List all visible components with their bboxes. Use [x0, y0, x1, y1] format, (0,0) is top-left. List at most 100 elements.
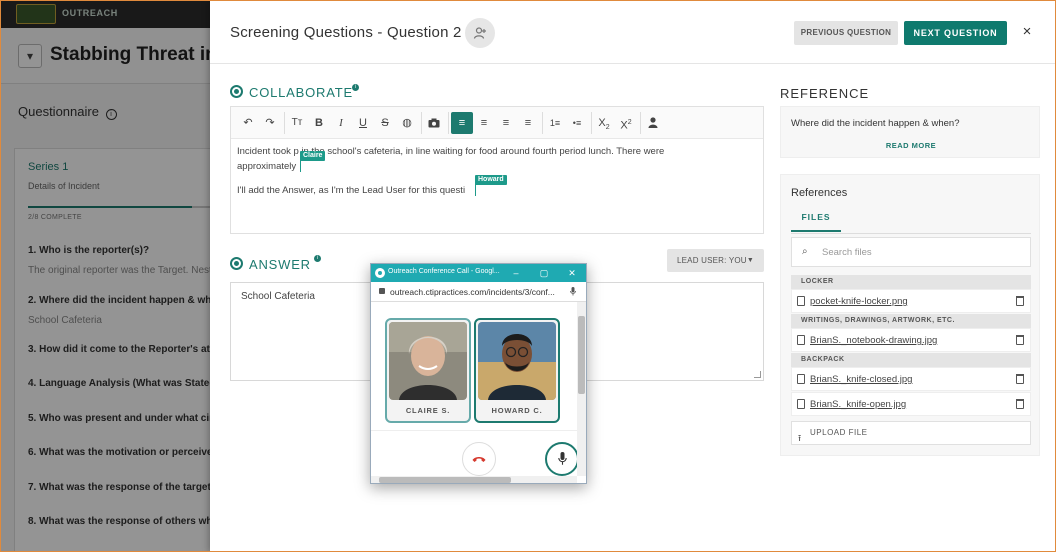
upload-file-button[interactable]: ⭱ UPLOAD FILE [791, 421, 1031, 445]
close-icon[interactable]: ✕ [564, 265, 580, 281]
drawer-header: Screening Questions - Question 2 PREVIOU… [210, 0, 1056, 64]
add-person-icon [473, 27, 486, 39]
underline-icon[interactable]: U [352, 112, 374, 134]
tab-files[interactable]: FILES [791, 212, 841, 232]
editor-line-3: I'll add the Answer, as I'm the Lead Use… [237, 185, 466, 196]
scrollbar-thumb[interactable] [379, 477, 511, 483]
check-circle-icon [230, 257, 243, 270]
references-title: References [791, 187, 848, 199]
toolbar-divider [542, 112, 543, 134]
resize-handle-icon[interactable] [754, 371, 761, 378]
conference-call-window: Outreach Conference Call - Googl... – ▢ … [370, 263, 587, 484]
file-icon [797, 374, 805, 384]
microphone-icon [570, 287, 576, 298]
read-more-link[interactable]: READ MORE [781, 141, 1041, 150]
file-icon [797, 399, 805, 409]
font-size-icon[interactable]: Tт [286, 112, 308, 134]
reference-title: REFERENCE [780, 86, 870, 101]
file-link[interactable]: BrianS._knife-closed.jpg [810, 374, 912, 385]
collaborate-title: COLLABORATE [249, 85, 353, 100]
superscript-icon[interactable]: X2 [615, 112, 637, 134]
camera-icon[interactable] [423, 112, 445, 134]
undo-icon[interactable]: ↶ [237, 112, 259, 134]
hang-up-button[interactable] [462, 442, 496, 476]
minimize-icon[interactable]: – [508, 265, 524, 281]
person-icon[interactable] [642, 112, 664, 134]
search-input[interactable] [822, 238, 1022, 266]
participant-name: HOWARD C. [491, 406, 543, 415]
align-justify-icon[interactable]: ≡ [473, 112, 495, 134]
editor-toolbar: ↶ ↷ Tт B I U S ◍ ≡ ≡ ≡ ≡ 1≡ •≡ X2 X2 [231, 107, 763, 139]
bullet-list-icon[interactable]: •≡ [566, 112, 588, 134]
microphone-icon [557, 452, 567, 465]
modal-overlay[interactable] [0, 0, 210, 552]
previous-question-button[interactable]: PREVIOUS QUESTION [794, 21, 898, 45]
trash-icon[interactable] [1016, 374, 1024, 384]
file-link[interactable]: pocket-knife-locker.png [810, 296, 908, 307]
redo-icon[interactable]: ↷ [259, 112, 281, 134]
trash-icon[interactable] [1016, 335, 1024, 345]
reference-card: Where did the incident happen & when? RE… [780, 106, 1040, 158]
collaborator-cursor [300, 160, 301, 172]
answer-value: School Cafeteria [241, 291, 315, 302]
file-row[interactable]: BrianS._knife-closed.jpg [791, 367, 1031, 391]
file-search[interactable]: ⌕ [791, 237, 1031, 267]
drawer-title: Screening Questions - Question 2 [230, 24, 462, 41]
toolbar-divider [448, 112, 449, 134]
lead-user-dropdown[interactable]: LEAD USER: YOU ▼ [667, 249, 764, 272]
file-icon [797, 335, 805, 345]
file-link[interactable]: BrianS._knife-open.jpg [810, 399, 906, 410]
upload-icon: ⭱ [798, 433, 802, 443]
window-title: Outreach Conference Call - Googl... [388, 268, 500, 275]
participant-avatar [478, 322, 556, 400]
collaborator-cursor [475, 184, 476, 196]
info-icon[interactable]: i [352, 84, 359, 91]
url-bar[interactable]: outreach.ctipractices.com/incidents/3/co… [371, 282, 586, 302]
browser-icon [375, 268, 385, 278]
close-icon[interactable]: × [1018, 21, 1036, 43]
maximize-icon[interactable]: ▢ [536, 265, 552, 281]
url-text: outreach.ctipractices.com/incidents/3/co… [390, 287, 555, 297]
participant-tile[interactable]: CLAIRE S. [385, 318, 471, 423]
collaborate-editor[interactable]: ↶ ↷ Tт B I U S ◍ ≡ ≡ ≡ ≡ 1≡ •≡ X2 X2 Inc… [230, 106, 764, 234]
tab-divider [791, 233, 1031, 234]
vertical-scrollbar[interactable] [577, 302, 586, 476]
editor-line-2: approximately [237, 161, 297, 172]
upload-label: UPLOAD FILE [810, 428, 868, 437]
collaborator-cursor-label: Claire [300, 151, 326, 161]
ordered-list-icon[interactable]: 1≡ [544, 112, 566, 134]
reference-question: Where did the incident happen & when? [791, 118, 960, 129]
strikethrough-icon[interactable]: S [374, 112, 396, 134]
mute-microphone-button[interactable] [545, 442, 579, 476]
window-titlebar[interactable]: Outreach Conference Call - Googl... – ▢ … [371, 264, 586, 282]
horizontal-scrollbar[interactable] [371, 476, 577, 483]
info-icon[interactable]: i [314, 255, 321, 262]
italic-icon[interactable]: I [330, 112, 352, 134]
subscript-icon[interactable]: X2 [593, 112, 615, 134]
toolbar-divider [421, 112, 422, 134]
scrollbar-thumb[interactable] [578, 316, 585, 394]
align-left-icon[interactable]: ≡ [451, 112, 473, 134]
toolbar-divider [640, 112, 641, 134]
file-group-header: BACKPACK [791, 353, 1031, 367]
add-person-button[interactable] [465, 18, 495, 48]
color-palette-icon[interactable]: ◍ [396, 112, 418, 134]
toolbar-divider [284, 112, 285, 134]
participant-tile[interactable]: HOWARD C. [474, 318, 560, 423]
file-row[interactable]: BrianS._knife-open.jpg [791, 392, 1031, 416]
question-drawer: Screening Questions - Question 2 PREVIOU… [210, 0, 1056, 552]
file-link[interactable]: BrianS._notebook-drawing.jpg [810, 335, 937, 346]
bold-icon[interactable]: B [308, 112, 330, 134]
file-row[interactable]: BrianS._notebook-drawing.jpg [791, 328, 1031, 352]
trash-icon[interactable] [1016, 399, 1024, 409]
lock-icon [379, 288, 385, 294]
align-right-icon[interactable]: ≡ [517, 112, 539, 134]
participant-name: CLAIRE S. [405, 406, 451, 415]
align-center-icon[interactable]: ≡ [495, 112, 517, 134]
trash-icon[interactable] [1016, 296, 1024, 306]
next-question-button[interactable]: NEXT QUESTION [904, 21, 1007, 45]
phone-hangup-icon [472, 457, 486, 462]
file-group-header: WRITINGS, DRAWINGS, ARTWORK, ETC. [791, 314, 1031, 328]
call-body: CLAIRE S. HOWARD C. [371, 302, 579, 476]
file-row[interactable]: pocket-knife-locker.png [791, 289, 1031, 313]
